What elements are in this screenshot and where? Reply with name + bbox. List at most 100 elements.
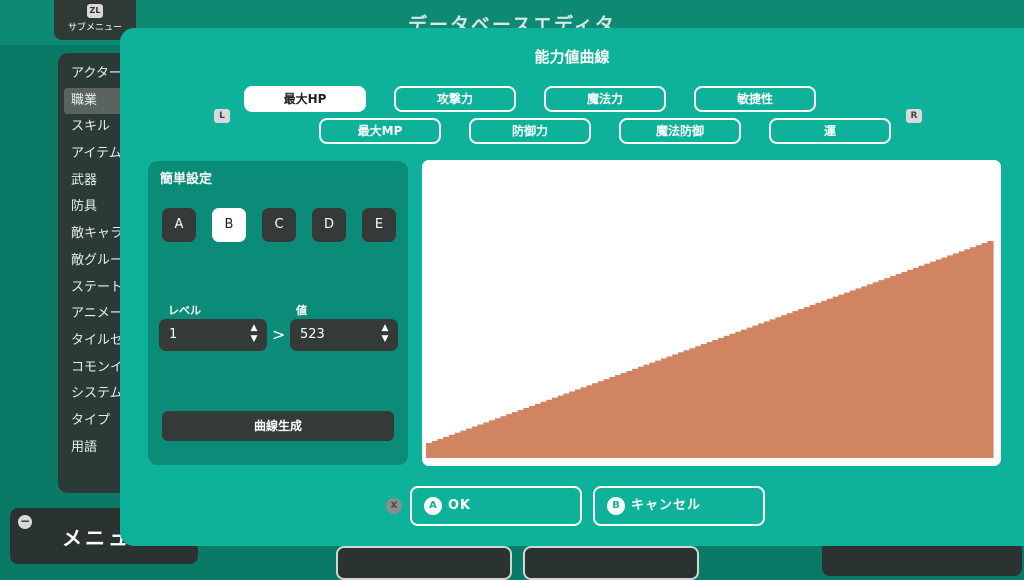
value-value: 523 xyxy=(300,327,325,342)
curve-bar xyxy=(981,243,988,458)
curve-bar xyxy=(466,428,473,458)
curve-bar xyxy=(471,426,479,458)
curve-bar xyxy=(552,397,559,458)
curve-bar xyxy=(546,399,553,458)
value-label: 値 xyxy=(296,304,307,317)
ok-label: OK xyxy=(448,498,472,513)
cancel-button[interactable]: B キャンセル xyxy=(593,486,765,526)
curve-bar xyxy=(649,362,656,458)
curve-bar xyxy=(540,401,547,458)
curve-bar xyxy=(426,443,433,458)
updown-arrows-icon[interactable]: ▲ ▼ xyxy=(249,323,259,347)
curve-bar xyxy=(706,342,713,458)
curve-bar xyxy=(964,249,971,458)
curve-bar xyxy=(832,296,839,458)
stat-tab[interactable]: 運 xyxy=(769,118,891,144)
curve-bar xyxy=(460,430,467,458)
curve-bar xyxy=(912,267,920,458)
curve-bar xyxy=(975,245,983,458)
curve-bar xyxy=(924,263,931,458)
curve-bar xyxy=(494,418,502,458)
stat-tab[interactable]: 防御力 xyxy=(469,118,591,144)
level-value: 1 xyxy=(169,327,178,342)
value-stepper[interactable]: 523 ▲ ▼ xyxy=(290,319,398,351)
curve-bar xyxy=(804,306,811,458)
r-shoulder-icon[interactable]: R xyxy=(906,109,922,123)
curve-bar xyxy=(637,366,645,458)
preset-button[interactable]: C xyxy=(262,208,296,242)
level-stepper[interactable]: 1 ▲ ▼ xyxy=(159,319,267,351)
stat-tab[interactable]: 魔法防御 xyxy=(619,118,741,144)
dialog-title: 能力値曲線 xyxy=(534,48,610,66)
updown-arrows-icon[interactable]: ▲ ▼ xyxy=(380,323,390,347)
stat-tab[interactable]: 最大HP xyxy=(244,86,366,112)
stat-curve-dialog: 能力値曲線 L R 最大HP 攻撃力 魔法力 敏捷性最大MP 防御力 魔法防御 運 簡単設定… xyxy=(120,28,1024,546)
curve-bar xyxy=(987,241,994,458)
curve-bar xyxy=(489,420,496,458)
l-shoulder-icon[interactable]: L xyxy=(214,109,230,123)
stat-tab[interactable]: 最大MP xyxy=(319,118,441,144)
ok-button[interactable]: A OK xyxy=(410,486,582,526)
curve-bar xyxy=(746,327,754,458)
curve-bar xyxy=(786,313,794,458)
bg-bottom-button-1[interactable] xyxy=(336,546,512,580)
curve-bar xyxy=(632,368,639,458)
curve-bar xyxy=(695,346,702,458)
panel-title: 簡単設定 xyxy=(160,172,213,187)
preset-button[interactable]: A xyxy=(162,208,196,242)
curve-bar xyxy=(529,405,536,458)
bg-bottom-button-2[interactable] xyxy=(523,546,699,580)
curve-bar xyxy=(792,311,799,458)
curve-bar xyxy=(506,414,513,458)
curve-bar xyxy=(592,383,599,458)
curve-bar xyxy=(752,325,759,458)
cancel-label: キャンセル xyxy=(631,498,702,513)
curve-bar xyxy=(844,292,851,458)
stat-curve-chart[interactable] xyxy=(422,160,1001,466)
curve-bar xyxy=(826,298,834,458)
a-button-icon: A xyxy=(424,497,442,515)
x-button-icon[interactable]: X xyxy=(386,498,402,514)
generate-curve-button[interactable]: 曲線生成 xyxy=(162,411,394,441)
curve-bar xyxy=(563,393,570,458)
curve-bar xyxy=(574,389,582,458)
curve-bar xyxy=(849,290,857,458)
curve-bar xyxy=(448,434,456,458)
curve-bar xyxy=(523,407,530,458)
curve-bar xyxy=(855,288,862,458)
curve-bar xyxy=(952,253,960,458)
curve-bar xyxy=(970,247,977,458)
curve-bar xyxy=(557,395,565,458)
curve-bar xyxy=(815,302,822,458)
curve-bar xyxy=(454,432,461,458)
curve-bar xyxy=(655,360,662,458)
stat-tab[interactable]: 魔法力 xyxy=(544,86,666,112)
curve-bar xyxy=(437,438,444,458)
curve-bar xyxy=(878,280,885,458)
stat-tab[interactable]: 攻撃力 xyxy=(394,86,516,112)
curve-bar xyxy=(838,294,845,458)
curve-bar xyxy=(620,372,628,458)
curve-bar xyxy=(918,265,925,458)
curve-bar xyxy=(683,350,691,458)
curve-bar xyxy=(712,339,719,458)
curve-bar xyxy=(700,344,708,458)
level-label: レベル xyxy=(168,304,201,317)
stat-tab[interactable]: 敏捷性 xyxy=(694,86,816,112)
curve-bar xyxy=(781,315,788,458)
curve-bar xyxy=(895,273,902,458)
curve-bar xyxy=(672,354,679,458)
curve-bar xyxy=(597,381,605,458)
curve-bar xyxy=(718,337,725,458)
curve-bar xyxy=(517,410,524,458)
curve-bar xyxy=(729,333,736,458)
preset-button[interactable]: B xyxy=(212,208,246,242)
preset-button[interactable]: E xyxy=(362,208,396,242)
curve-bar xyxy=(741,329,748,458)
curve-bar xyxy=(660,358,668,458)
curve-bar xyxy=(769,319,776,458)
curve-bar xyxy=(443,436,450,458)
curve-bar xyxy=(477,424,484,458)
curve-bar xyxy=(569,391,576,458)
preset-button[interactable]: D xyxy=(312,208,346,242)
